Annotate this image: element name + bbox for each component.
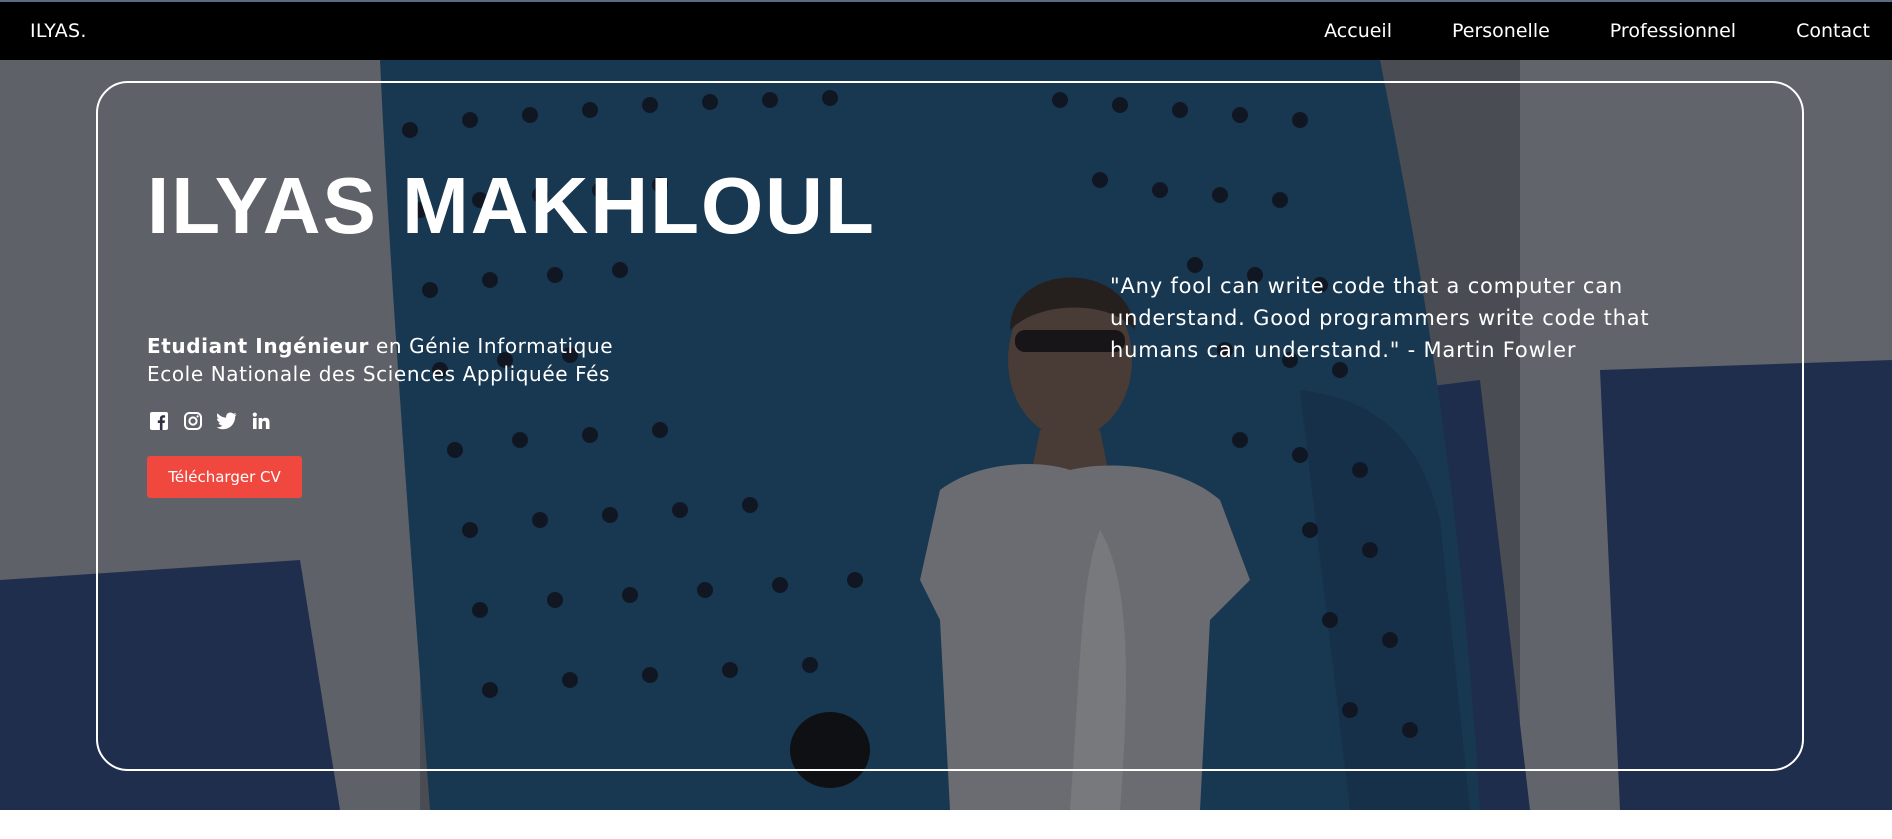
nav-link-accueil[interactable]: Accueil (1324, 20, 1392, 42)
navbar: ILYAS. Accueil Personelle Professionnel … (0, 2, 1892, 60)
brand-logo[interactable]: ILYAS. (30, 20, 87, 42)
subtitle-line-1: Etudiant Ingénieur en Génie Informatique (147, 332, 613, 360)
social-links (149, 411, 271, 431)
subtitle-school: Ecole Nationale des Sciences Appliquée F… (147, 362, 611, 386)
nav-link-contact[interactable]: Contact (1796, 20, 1870, 42)
nav-links: Accueil Personelle Professionnel Contact (1324, 2, 1870, 60)
hero-subtitle: Etudiant Ingénieur en Génie Informatique… (147, 332, 613, 388)
linkedin-icon[interactable] (251, 411, 271, 431)
nav-link-professionnel[interactable]: Professionnel (1610, 20, 1736, 42)
hero-name-heading: ILYAS MAKHLOUL (147, 161, 876, 250)
download-cv-button[interactable]: Télécharger CV (147, 456, 302, 498)
facebook-icon[interactable] (149, 411, 169, 431)
subtitle-field: en Génie Informatique (369, 334, 614, 358)
hero-quote: "Any fool can write code that a computer… (1110, 274, 1650, 362)
subtitle-degree: Etudiant Ingénieur (147, 334, 370, 358)
hero-section: ILYAS MAKHLOUL Etudiant Ingénieur en Gén… (0, 60, 1892, 810)
instagram-icon[interactable] (183, 411, 203, 431)
twitter-icon[interactable] (217, 411, 237, 431)
nav-link-personelle[interactable]: Personelle (1452, 20, 1550, 42)
